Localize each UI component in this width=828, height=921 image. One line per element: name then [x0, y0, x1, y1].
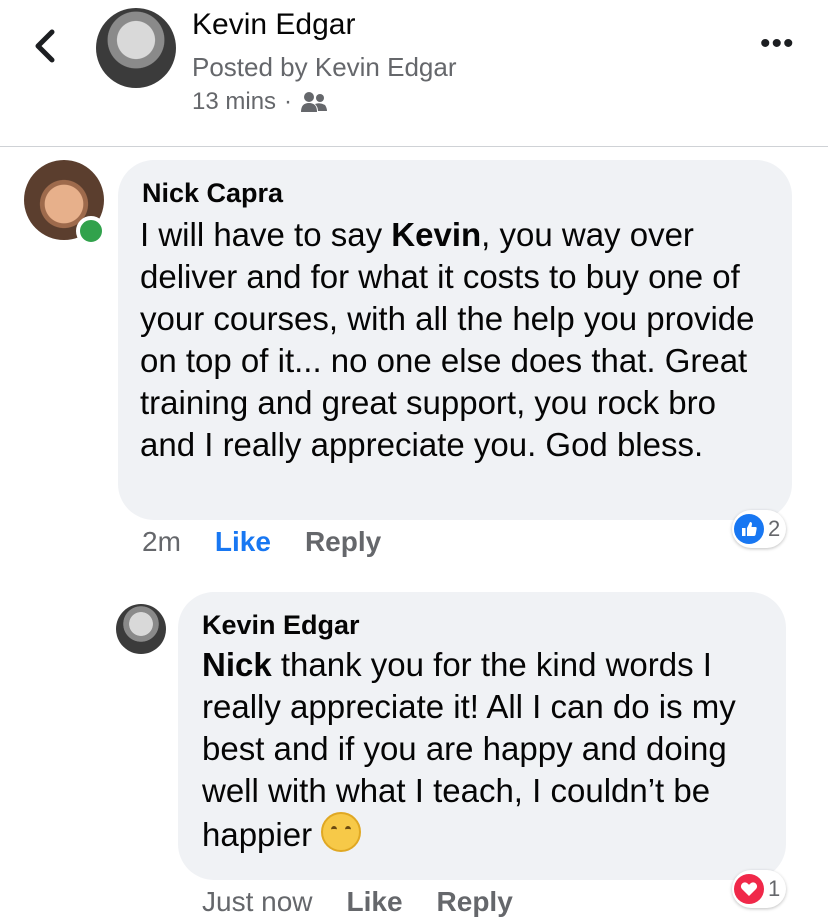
like-button[interactable]: Like — [215, 526, 271, 558]
online-status-icon — [76, 216, 106, 246]
reaction-count: 1 — [768, 876, 781, 901]
comment-bubble: Nick Capra I will have to say Kevin, you… — [118, 160, 792, 520]
reply-button[interactable]: Reply — [437, 886, 513, 918]
post-subtitle: Posted by Kevin Edgar — [192, 52, 457, 82]
post-author-name[interactable]: Kevin Edgar — [192, 8, 355, 42]
like-button[interactable]: Like — [347, 886, 403, 918]
mention-link[interactable]: Kevin — [391, 216, 481, 253]
divider — [0, 146, 828, 147]
comment-text-rest: , you way over deliver and for what it c… — [140, 216, 755, 463]
like-icon — [734, 514, 764, 544]
smile-emoji-icon — [321, 812, 362, 852]
reaction-summary[interactable]: 1 — [732, 870, 787, 908]
reaction-summary[interactable]: 2 — [732, 510, 787, 548]
comment-time[interactable]: Just now — [202, 886, 313, 918]
comment-text-start: I will have to say — [140, 216, 392, 253]
comment-text-rest: thank you for the kind words I really ap… — [202, 646, 736, 853]
back-button[interactable] — [30, 26, 62, 66]
comment-text: Nick thank you for the kind words I real… — [202, 644, 782, 856]
comment-author-name[interactable]: Kevin Edgar — [202, 610, 360, 641]
post-meta: 13 mins · — [192, 88, 328, 116]
comment-actions: 2m Like Reply — [142, 526, 381, 558]
comment-time[interactable]: 2m — [142, 526, 181, 558]
comment-bubble: Kevin Edgar Nick thank you for the kind … — [178, 592, 786, 880]
mention-link[interactable]: Nick — [202, 646, 272, 683]
chevron-left-icon — [35, 29, 55, 63]
post-time: 13 mins — [192, 88, 277, 115]
avatar[interactable] — [96, 8, 176, 88]
post-header: Kevin Edgar Posted by Kevin Edgar 13 min… — [0, 0, 828, 146]
avatar[interactable] — [116, 604, 166, 654]
reaction-count: 2 — [768, 516, 781, 541]
group-icon — [301, 92, 328, 112]
more-options-button[interactable]: ••• — [760, 29, 795, 59]
separator: · — [284, 88, 293, 115]
comment-author-name[interactable]: Nick Capra — [142, 178, 283, 209]
comment-actions: Just now Like Reply — [202, 886, 513, 918]
reply-button[interactable]: Reply — [305, 526, 381, 558]
comment-text: I will have to say Kevin, you way over d… — [140, 214, 780, 466]
heart-icon — [734, 874, 764, 904]
